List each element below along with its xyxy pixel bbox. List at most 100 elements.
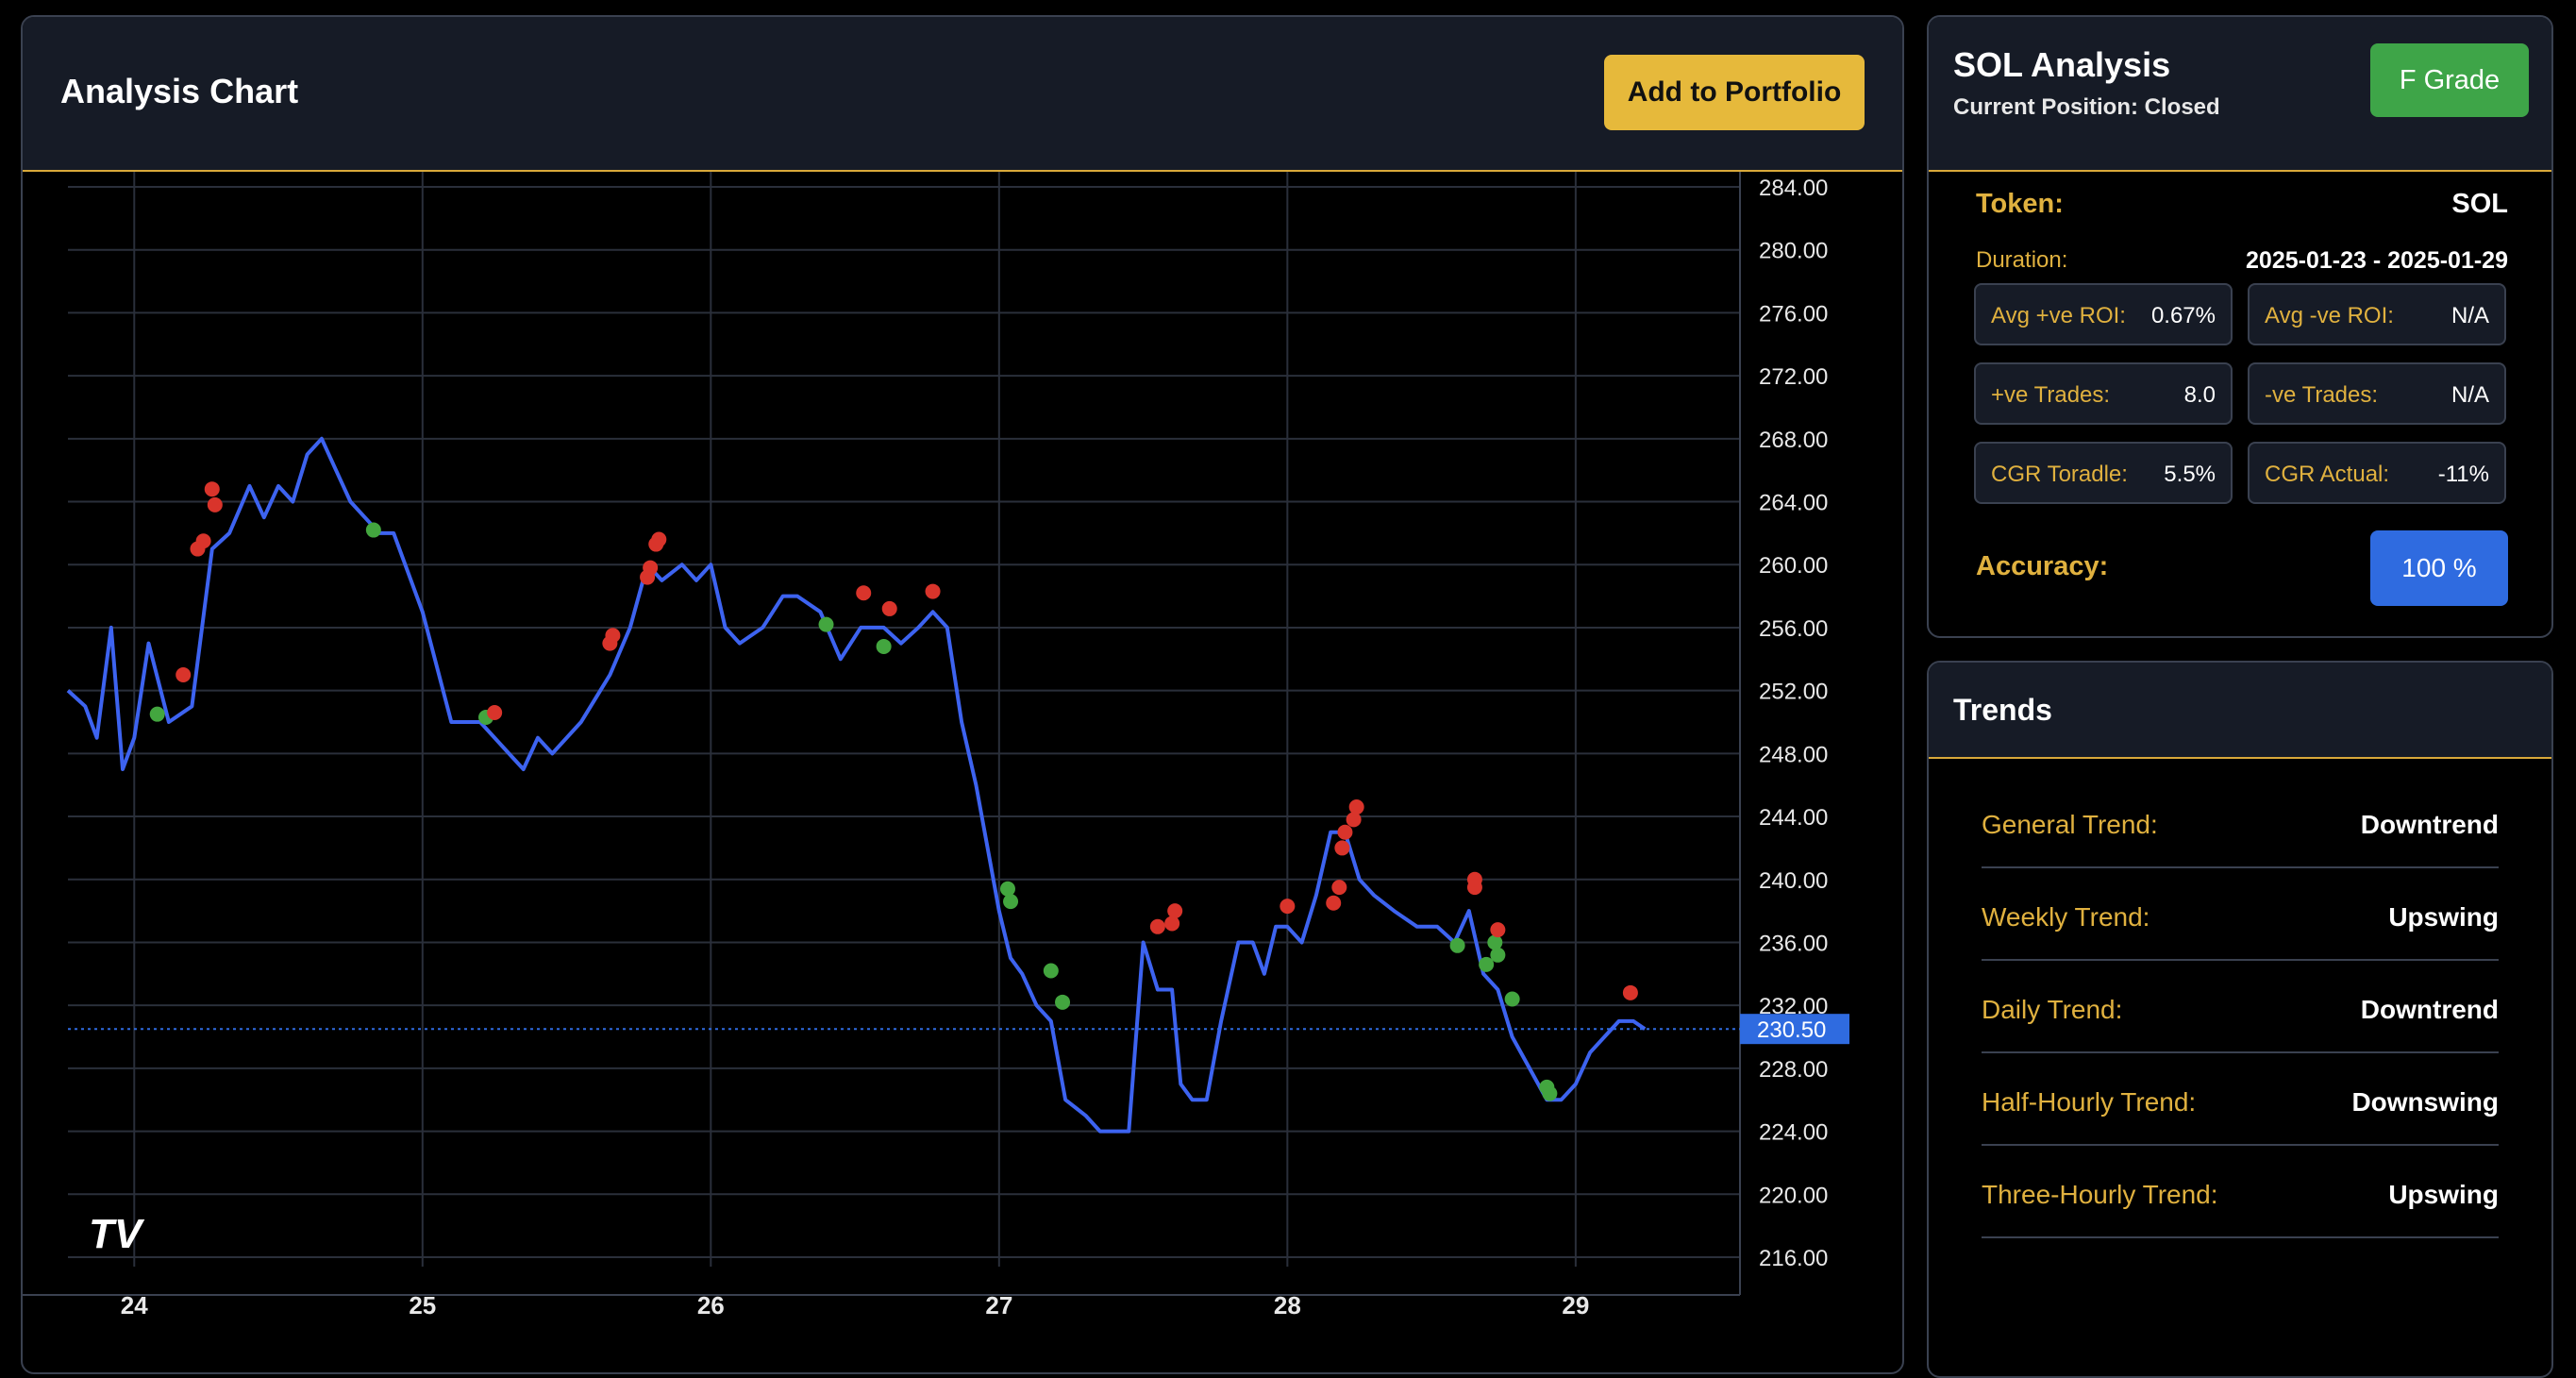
y-tick-label: 284.00 xyxy=(1759,176,1828,201)
accuracy-badge[interactable]: 100 % xyxy=(2370,530,2508,606)
duration-label: Duration: xyxy=(1976,247,2068,273)
stat-value: N/A xyxy=(2451,382,2489,408)
price-chart[interactable]: 284.00 280.00 276.00 272.00 268.00 264.00 260.… xyxy=(23,172,1902,1361)
sell-marker xyxy=(487,704,503,720)
sell-marker xyxy=(207,496,223,513)
y-tick-label: 280.00 xyxy=(1759,239,1828,264)
trend-label: General Trend: xyxy=(1982,810,2158,839)
sell-marker xyxy=(195,533,211,549)
add-to-portfolio-button[interactable]: Add to Portfolio xyxy=(1604,55,1865,130)
y-tick-label: 264.00 xyxy=(1759,491,1828,516)
buy-marker xyxy=(818,616,834,632)
buy-marker xyxy=(1043,963,1059,979)
buy-marker xyxy=(365,522,381,538)
stat-avg-positive-roi: Avg +ve ROI: 0.67% xyxy=(1974,283,2233,345)
y-tick-label: 228.00 xyxy=(1759,1057,1828,1083)
y-tick-label: 256.00 xyxy=(1759,616,1828,642)
trend-row-half-hourly: Half-Hourly Trend: Downswing xyxy=(1982,1053,2499,1146)
trends-title: Trends xyxy=(1953,693,2052,727)
trend-value: Upswing xyxy=(2388,1180,2499,1209)
stat-label: Avg -ve ROI: xyxy=(2265,303,2394,328)
trend-value: Downtrend xyxy=(2360,995,2499,1024)
trends-header: Trends xyxy=(1929,663,2551,759)
sell-marker xyxy=(651,531,667,547)
tradingview-logo: TV xyxy=(89,1211,145,1257)
y-tick-label: 236.00 xyxy=(1759,931,1828,956)
sell-marker xyxy=(925,583,941,599)
stat-label: CGR Actual: xyxy=(2265,462,2390,487)
sell-marker xyxy=(1331,880,1347,896)
sell-marker xyxy=(856,585,872,601)
trend-value: Upswing xyxy=(2388,902,2499,932)
sell-marker xyxy=(1167,903,1183,919)
y-tick-label: 268.00 xyxy=(1759,428,1828,453)
current-price-label: 230.50 xyxy=(1757,1017,1826,1043)
trend-label: Weekly Trend: xyxy=(1982,902,2150,932)
grade-button[interactable]: F Grade xyxy=(2370,43,2529,117)
stat-avg-negative-roi: Avg -ve ROI: N/A xyxy=(2248,283,2506,345)
token-label: Token: xyxy=(1976,189,2064,219)
buy-marker xyxy=(1504,991,1520,1007)
stat-label: +ve Trades: xyxy=(1991,382,2111,408)
position-status: Current Position: Closed xyxy=(1953,94,2220,120)
sell-marker xyxy=(176,666,192,682)
sell-marker xyxy=(1346,812,1362,828)
buy-marker xyxy=(1055,994,1071,1010)
y-tick-label: 216.00 xyxy=(1759,1246,1828,1271)
analysis-panel: SOL Analysis Current Position: Closed F … xyxy=(1927,15,2553,638)
accuracy-label: Accuracy: xyxy=(1976,551,2109,581)
trend-row-three-hourly: Three-Hourly Trend: Upswing xyxy=(1982,1146,2499,1238)
y-tick-label: 220.00 xyxy=(1759,1183,1828,1208)
chart-panel: Analysis Chart Add to Portfolio 284.00 28… xyxy=(21,15,1904,1374)
stat-value: 0.67% xyxy=(2150,303,2216,328)
buy-marker xyxy=(876,638,892,654)
trend-row-daily: Daily Trend: Downtrend xyxy=(1982,961,2499,1053)
stat-value: -11% xyxy=(2437,462,2489,487)
stat-value: 5.5% xyxy=(2164,462,2216,487)
sell-marker xyxy=(1466,871,1482,887)
trend-label: Daily Trend: xyxy=(1982,995,2123,1024)
trend-row-general: General Trend: Downtrend xyxy=(1982,776,2499,868)
buy-marker xyxy=(1490,947,1506,963)
buy-marker xyxy=(999,881,1015,897)
stat-label: Avg +ve ROI: xyxy=(1991,303,2126,328)
buy-marker xyxy=(1003,894,1019,910)
y-tick-label: 240.00 xyxy=(1759,868,1828,894)
buy-marker xyxy=(1449,937,1465,953)
stat-label: -ve Trades: xyxy=(2265,382,2379,408)
stat-value: N/A xyxy=(2451,303,2489,328)
sell-marker xyxy=(1490,922,1506,938)
sell-marker xyxy=(1334,840,1350,856)
duration-value: 2025-01-23 - 2025-01-29 xyxy=(2246,247,2508,274)
sell-marker xyxy=(1280,899,1296,915)
stat-cgr-actual: CGR Actual: -11% xyxy=(2248,442,2506,504)
trend-label: Three-Hourly Trend: xyxy=(1982,1180,2218,1209)
analysis-title: SOL Analysis xyxy=(1953,45,2171,84)
sell-marker xyxy=(204,481,220,497)
sell-marker xyxy=(1326,895,1342,911)
y-tick-label: 276.00 xyxy=(1759,301,1828,327)
sell-marker xyxy=(881,600,897,616)
y-tick-label: 260.00 xyxy=(1759,553,1828,579)
sell-marker xyxy=(1337,824,1353,840)
y-tick-label: 224.00 xyxy=(1759,1120,1828,1146)
stat-label: CGR Toradle: xyxy=(1991,462,2128,487)
sell-marker xyxy=(1164,916,1180,932)
stat-negative-trades: -ve Trades: N/A xyxy=(2248,362,2506,425)
stat-value: 8.0 xyxy=(2183,382,2216,408)
sell-marker xyxy=(1348,799,1364,815)
chart-header: Analysis Chart Add to Portfolio xyxy=(23,17,1902,172)
trends-panel: Trends General Trend: Downtrend Weekly T… xyxy=(1927,661,2553,1378)
sell-marker xyxy=(1149,918,1165,934)
y-tick-label: 244.00 xyxy=(1759,805,1828,831)
stat-cgr-toradle: CGR Toradle: 5.5% xyxy=(1974,442,2233,504)
trend-label: Half-Hourly Trend: xyxy=(1982,1087,2197,1117)
buy-marker xyxy=(149,706,165,722)
price-series-line xyxy=(66,436,1647,1134)
stat-positive-trades: +ve Trades: 8.0 xyxy=(1974,362,2233,425)
chart-title: Analysis Chart xyxy=(60,72,299,110)
trend-value: Downswing xyxy=(2351,1087,2499,1117)
y-tick-label: 252.00 xyxy=(1759,680,1828,705)
buy-marker xyxy=(1542,1085,1558,1101)
analysis-header: SOL Analysis Current Position: Closed F … xyxy=(1929,17,2551,172)
